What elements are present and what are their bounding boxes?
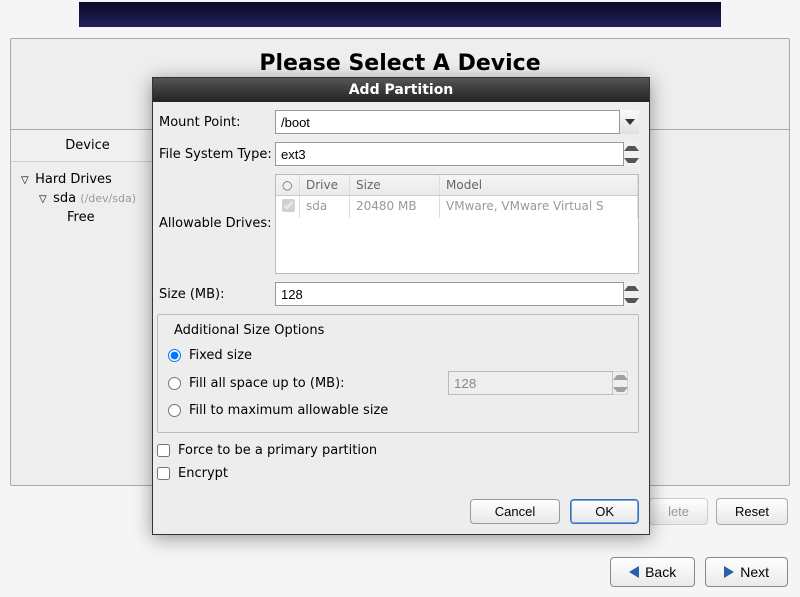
size-input[interactable]	[275, 282, 639, 306]
radio-fill-max-label: Fill to maximum allowable size	[189, 403, 388, 418]
page-title: Please Select A Device	[11, 51, 789, 76]
size-label: Size (MB):	[157, 287, 275, 302]
caret-down-icon	[624, 298, 639, 303]
additional-size-options: Additional Size Options Fixed size Fill …	[157, 314, 639, 433]
size-spinner[interactable]	[623, 282, 639, 306]
encrypt-checkbox-row[interactable]: Encrypt	[157, 462, 639, 485]
force-primary-checkbox[interactable]	[157, 444, 170, 457]
caret-down-icon	[624, 158, 639, 163]
allowable-drives-label: Allowable Drives:	[157, 216, 275, 231]
next-button[interactable]: Next	[705, 557, 788, 587]
col-model[interactable]: Model	[440, 175, 638, 195]
expand-icon[interactable]: ▽	[21, 175, 31, 186]
col-drive[interactable]: Drive	[300, 175, 350, 195]
force-primary-label: Force to be a primary partition	[178, 443, 377, 458]
chevron-down-icon	[625, 119, 635, 125]
fill-up-to-value	[448, 371, 628, 395]
nav-buttons: Back Next	[610, 557, 788, 587]
device-column-header[interactable]: Device	[11, 130, 165, 162]
drive-list-header: ○ Drive Size Model	[276, 175, 638, 196]
radio-fill-up-to[interactable]: Fill all space up to (MB):	[168, 367, 628, 399]
fs-type-spinner[interactable]	[623, 142, 639, 166]
fs-type-select[interactable]	[275, 142, 639, 166]
add-partition-dialog: Add Partition Mount Point: File System T…	[152, 77, 650, 535]
mount-point-dropdown-button[interactable]	[619, 110, 639, 134]
tree-label: Hard Drives	[35, 172, 112, 187]
cancel-button[interactable]: Cancel	[470, 499, 560, 524]
radio-fill-max-input[interactable]	[168, 404, 181, 417]
header-banner	[79, 2, 721, 27]
reset-button[interactable]: Reset	[716, 498, 788, 525]
arrow-left-icon	[629, 566, 639, 578]
encrypt-checkbox[interactable]	[157, 467, 170, 480]
allowable-drives-list[interactable]: ○ Drive Size Model sda 20480 MB VMware, …	[275, 174, 639, 274]
dialog-button-row: Cancel OK	[153, 491, 649, 534]
fill-up-to-spinner	[612, 371, 628, 395]
partition-buttons: lete Reset	[649, 498, 788, 525]
mount-point-label: Mount Point:	[157, 115, 275, 130]
drive-row-name: sda	[300, 196, 350, 218]
caret-up-icon	[624, 286, 639, 291]
fieldset-legend: Additional Size Options	[170, 323, 328, 338]
tree-label: Free	[67, 210, 95, 225]
drive-row[interactable]: sda 20480 MB VMware, VMware Virtual S	[276, 196, 638, 218]
next-label: Next	[740, 564, 769, 580]
encrypt-label: Encrypt	[178, 466, 228, 481]
expand-icon[interactable]: ▽	[39, 194, 49, 205]
ok-button[interactable]: OK	[570, 499, 639, 524]
back-button[interactable]: Back	[610, 557, 695, 587]
radio-fixed-size[interactable]: Fixed size	[168, 344, 628, 367]
radio-fixed-size-label: Fixed size	[189, 348, 252, 363]
back-label: Back	[645, 564, 676, 580]
radio-fill-up-to-input[interactable]	[168, 377, 181, 390]
caret-up-icon	[624, 146, 639, 151]
arrow-right-icon	[724, 566, 734, 578]
drive-row-model: VMware, VMware Virtual S	[440, 196, 638, 218]
tree-sublabel: (/dev/sda)	[80, 192, 136, 205]
fs-type-label: File System Type:	[157, 147, 275, 162]
caret-up-icon	[613, 375, 628, 380]
radio-fill-max[interactable]: Fill to maximum allowable size	[168, 399, 628, 422]
caret-down-icon	[613, 387, 628, 392]
mount-point-input[interactable]	[275, 110, 639, 134]
drive-row-checkbox[interactable]	[282, 199, 295, 212]
col-size[interactable]: Size	[350, 175, 440, 195]
tree-label: sda	[53, 191, 76, 206]
radio-fill-up-to-label: Fill all space up to (MB):	[189, 376, 345, 391]
delete-button[interactable]: lete	[649, 498, 708, 525]
radio-fixed-size-input[interactable]	[168, 349, 181, 362]
col-check[interactable]: ○	[276, 175, 300, 195]
dialog-title: Add Partition	[153, 78, 649, 102]
drive-row-size: 20480 MB	[350, 196, 440, 218]
force-primary-checkbox-row[interactable]: Force to be a primary partition	[157, 439, 639, 462]
